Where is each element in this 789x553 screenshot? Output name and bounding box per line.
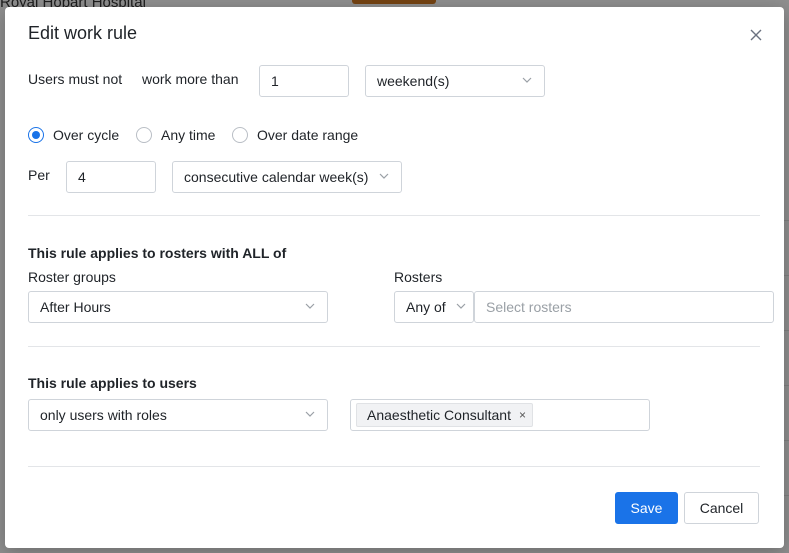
chevron-down-icon [521, 73, 533, 89]
close-icon[interactable]: × [519, 408, 526, 422]
dialog-title: Edit work rule [28, 23, 138, 43]
radio-button[interactable] [232, 127, 248, 143]
radio-label: Over cycle [53, 127, 120, 143]
cancel-button[interactable]: Cancel [684, 492, 759, 524]
roster-groups-select[interactable]: After Hours [28, 291, 328, 323]
rosters-placeholder: Select rosters [486, 299, 572, 315]
unit-select-value: weekend(s) [377, 73, 450, 89]
section-divider [28, 466, 760, 467]
radio-button[interactable] [136, 127, 152, 143]
chevron-down-icon [304, 299, 316, 315]
chevron-down-icon [304, 407, 316, 423]
users-section-title: This rule applies to users [28, 375, 197, 391]
radio-button[interactable] [28, 127, 44, 143]
radio-over-cycle[interactable]: Over cycle [28, 127, 119, 143]
close-button[interactable] [745, 25, 767, 47]
role-tag-label: Anaesthetic Consultant [367, 407, 511, 423]
radio-label: Any time [161, 127, 216, 143]
rosters-multiselect[interactable]: Select rosters [474, 291, 774, 323]
save-button[interactable]: Save [615, 492, 678, 524]
section-divider [28, 346, 760, 347]
amount-input[interactable]: 1 [259, 65, 349, 97]
per-value-input[interactable]: 4 [66, 161, 156, 193]
chevron-down-icon [378, 169, 390, 185]
radio-label: Over date range [257, 127, 359, 143]
roster-groups-value: After Hours [40, 299, 111, 315]
rosters-label: Rosters [394, 269, 443, 285]
role-tag: Anaesthetic Consultant × [356, 403, 533, 427]
rosters-match-select[interactable]: Any of [394, 291, 474, 323]
unit-select[interactable]: weekend(s) [365, 65, 545, 97]
users-filter-value: only users with roles [40, 407, 167, 423]
edit-work-rule-dialog: Edit work rule Users must not work more … [5, 7, 784, 548]
roster-groups-label: Roster groups [28, 269, 116, 285]
users-filter-select[interactable]: only users with roles [28, 399, 328, 431]
section-divider [28, 215, 760, 216]
rule-verb-label: work more than [142, 71, 239, 87]
radio-any-time[interactable]: Any time [136, 127, 215, 143]
rosters-section-title: This rule applies to rosters with ALL of [28, 245, 287, 261]
per-label: Per [28, 167, 50, 183]
rule-prefix-label: Users must not [28, 71, 123, 87]
per-unit-select[interactable]: consecutive calendar week(s) [172, 161, 402, 193]
close-icon [750, 28, 762, 44]
chevron-down-icon [455, 299, 467, 315]
per-unit-select-value: consecutive calendar week(s) [184, 169, 369, 185]
rosters-match-value: Any of [406, 299, 446, 315]
radio-over-date-range[interactable]: Over date range [232, 127, 358, 143]
roles-multiselect[interactable]: Anaesthetic Consultant × [350, 399, 650, 431]
